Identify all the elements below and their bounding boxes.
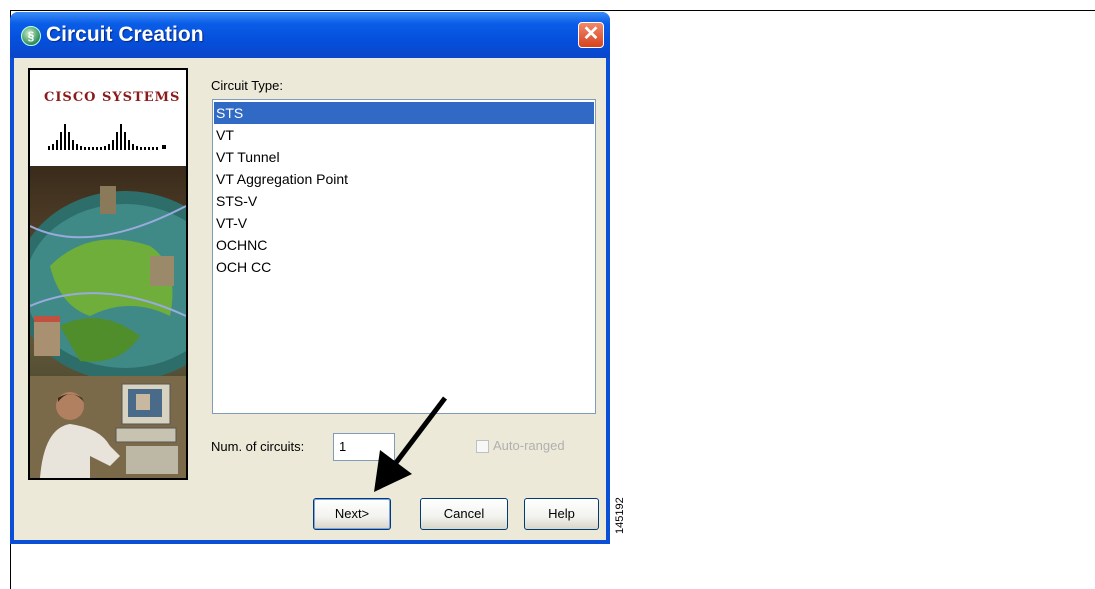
list-item[interactable]: VT-V (214, 212, 594, 234)
cisco-bridge-icon (48, 124, 166, 150)
dialog-body: CISCO SYSTEMS Circuit Type: STS VT VT Tu… (14, 58, 606, 540)
list-item[interactable]: STS-V (214, 190, 594, 212)
figure-frame-top (10, 10, 1095, 11)
auto-ranged-label: Auto-ranged (493, 438, 565, 453)
list-item[interactable]: VT Tunnel (214, 146, 594, 168)
cisco-logo: CISCO SYSTEMS (30, 70, 186, 166)
num-circuits-input[interactable]: 1 (333, 433, 395, 461)
cisco-banner: CISCO SYSTEMS (28, 68, 188, 480)
list-item[interactable]: STS (214, 102, 594, 124)
next-button[interactable]: Next> (313, 498, 391, 530)
list-item[interactable]: OCH CC (214, 256, 594, 278)
network-illustration (30, 166, 186, 478)
close-button[interactable]: ✕ (578, 22, 604, 48)
circuit-creation-dialog: § Circuit Creation ✕ CISCO SYSTEMS Circu… (10, 12, 610, 544)
circuit-type-label: Circuit Type: (211, 78, 284, 93)
cancel-button[interactable]: Cancel (420, 498, 508, 530)
figure-id: 145192 (614, 497, 626, 534)
auto-ranged-checkbox[interactable] (476, 440, 489, 453)
dialog-title: Circuit Creation (46, 23, 204, 46)
help-button[interactable]: Help (524, 498, 599, 530)
circuit-type-list[interactable]: STS VT VT Tunnel VT Aggregation Point ST… (212, 99, 596, 414)
list-item[interactable]: VT (214, 124, 594, 146)
title-bar[interactable]: § Circuit Creation ✕ (10, 12, 610, 58)
list-item[interactable]: OCHNC (214, 234, 594, 256)
app-icon: § (21, 26, 41, 46)
list-item[interactable]: VT Aggregation Point (214, 168, 594, 190)
num-circuits-label: Num. of circuits: (211, 439, 305, 454)
